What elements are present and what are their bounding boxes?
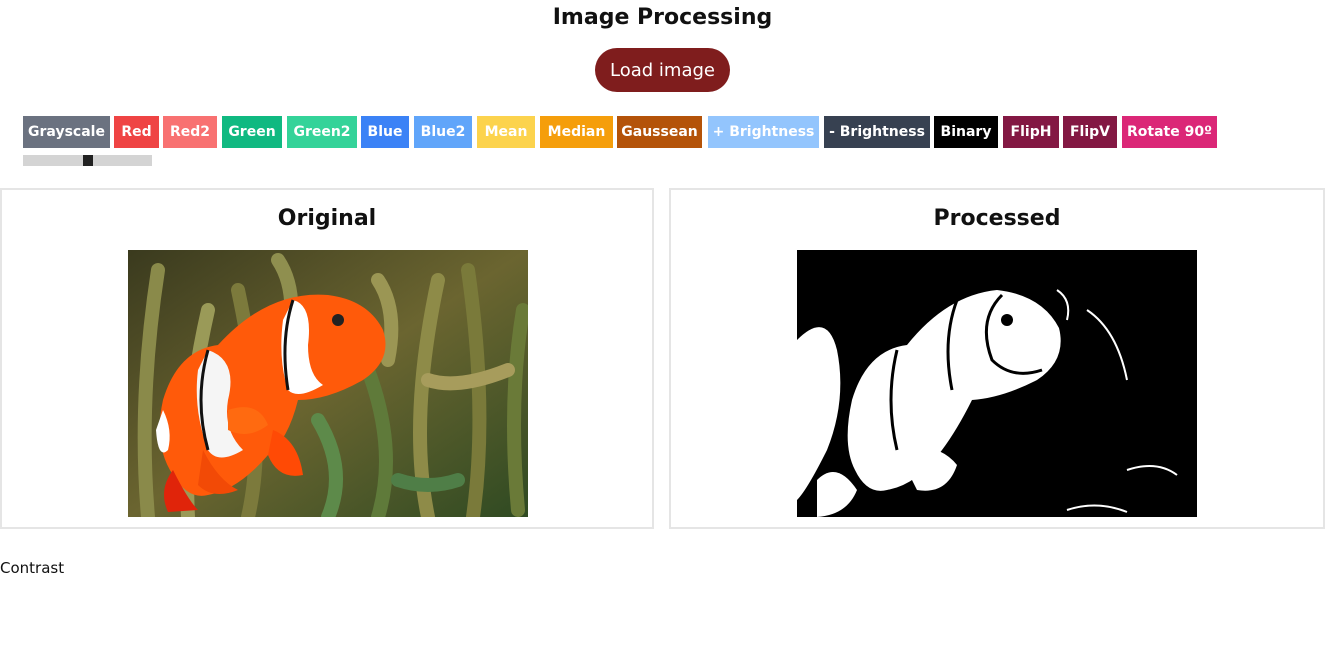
processed-panel: Processed: [669, 188, 1325, 529]
contrast-slider[interactable]: [23, 155, 152, 166]
grayscale-button[interactable]: Grayscale: [23, 116, 110, 148]
mean-button[interactable]: Mean: [477, 116, 535, 148]
load-image-button[interactable]: Load image: [595, 48, 730, 92]
fliph-button[interactable]: FlipH: [1003, 116, 1059, 148]
brightness-plus-button[interactable]: + Brightness: [708, 116, 819, 148]
red-button[interactable]: Red: [114, 116, 159, 148]
rotate-90-button[interactable]: Rotate 90º: [1122, 116, 1217, 148]
slider-thumb[interactable]: [83, 155, 93, 166]
gaussean-button[interactable]: Gaussean: [617, 116, 702, 148]
page-title: Image Processing: [552, 5, 773, 30]
original-image: [128, 250, 528, 517]
green-button[interactable]: Green: [222, 116, 282, 148]
original-title: Original: [277, 206, 377, 231]
brightness-minus-button[interactable]: - Brightness: [824, 116, 930, 148]
original-panel: Original: [0, 188, 654, 529]
contrast-label: Contrast: [0, 559, 65, 577]
flipv-button[interactable]: FlipV: [1063, 116, 1117, 148]
binary-button[interactable]: Binary: [934, 116, 998, 148]
blue-button[interactable]: Blue: [361, 116, 409, 148]
red2-button[interactable]: Red2: [163, 116, 217, 148]
green2-button[interactable]: Green2: [287, 116, 357, 148]
processed-title: Processed: [933, 206, 1061, 231]
processed-image: [797, 250, 1197, 517]
blue2-button[interactable]: Blue2: [414, 116, 472, 148]
median-button[interactable]: Median: [540, 116, 613, 148]
